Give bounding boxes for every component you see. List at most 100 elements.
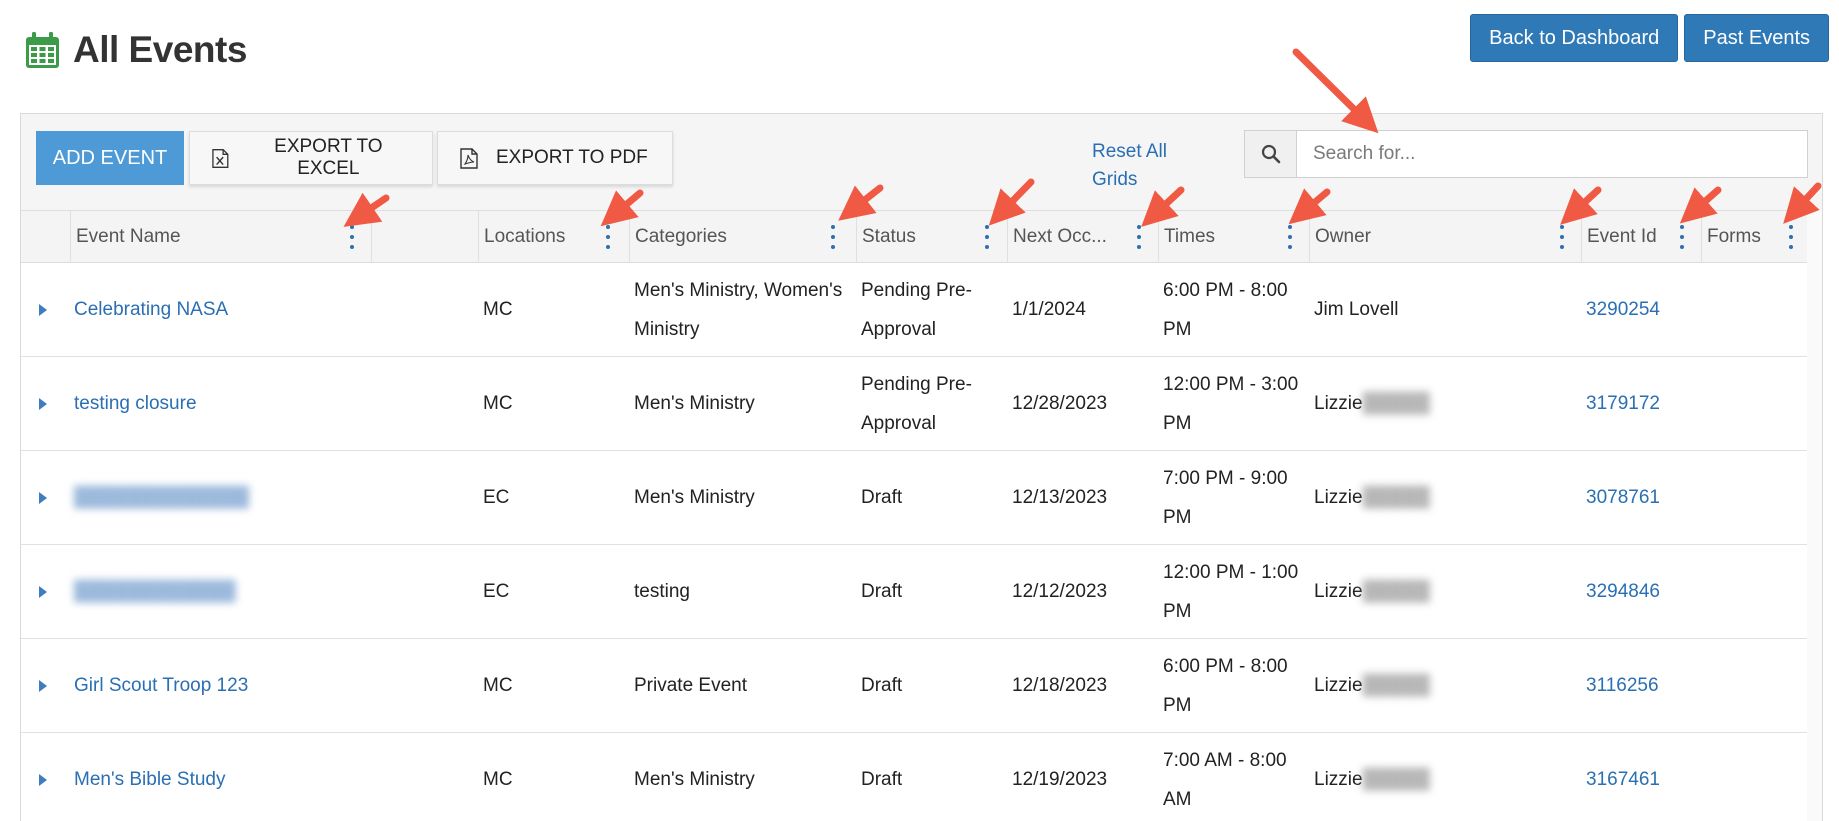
status-cell: Draft xyxy=(861,581,903,602)
expand-row-icon[interactable] xyxy=(39,733,47,821)
event-id-link[interactable]: 3290254 xyxy=(1586,263,1660,356)
owner-cell: Lizzie █████ xyxy=(1314,639,1430,732)
event-name-link[interactable]: testing closure xyxy=(74,357,364,450)
export-excel-button[interactable]: EXPORT TO EXCEL xyxy=(189,131,433,185)
times-cell: 7:00 PM - 9:00 PM xyxy=(1163,467,1288,528)
expander-column-header xyxy=(21,211,70,263)
expand-row-icon[interactable] xyxy=(39,263,47,356)
event-name-link[interactable]: Men's Bible Study xyxy=(74,733,364,821)
event-id-link[interactable]: 3167461 xyxy=(1586,733,1660,821)
categories-cell: Private Event xyxy=(634,675,747,696)
table-row[interactable]: testing closure MC Men's Ministry Pendin… xyxy=(21,357,1807,451)
search-arrow xyxy=(1292,48,1379,134)
next-occurrence-cell: 12/13/2023 xyxy=(1012,487,1108,508)
location-cell: EC xyxy=(483,487,510,508)
status-cell: Pending Pre-Approval xyxy=(861,279,972,340)
owner-cell: Lizzie █████ xyxy=(1314,451,1430,544)
expand-row-icon[interactable] xyxy=(39,357,47,450)
grid-header: Event Name Locations Categories Status N… xyxy=(21,210,1807,263)
event-id-link[interactable]: 3179172 xyxy=(1586,357,1660,450)
column-label: Next Occ... xyxy=(1013,226,1107,247)
events-grid: ADD EVENT EXPORT TO EXCEL EXPORT TO PDF … xyxy=(20,113,1823,821)
export-pdf-button[interactable]: EXPORT TO PDF xyxy=(437,131,673,185)
column-header-status[interactable]: Status xyxy=(856,211,1007,263)
search-button[interactable] xyxy=(1245,131,1297,177)
column-label: Event Id xyxy=(1587,226,1657,247)
add-event-button[interactable]: ADD EVENT xyxy=(36,131,184,185)
column-menu-icon[interactable] xyxy=(603,225,613,249)
column-menu-icon[interactable] xyxy=(1677,225,1687,249)
owner-first-name: Lizzie xyxy=(1314,393,1363,414)
column-label: Locations xyxy=(484,226,566,247)
times-cell: 6:00 PM - 8:00 PM xyxy=(1163,279,1288,340)
header-actions: Back to Dashboard Past Events xyxy=(1470,14,1829,62)
column-label: Forms xyxy=(1707,226,1761,247)
column-menu-icon[interactable] xyxy=(1134,225,1144,249)
column-menu-icon[interactable] xyxy=(1557,225,1567,249)
search-input[interactable] xyxy=(1297,131,1807,177)
column-header-spacer xyxy=(371,211,478,263)
column-menu-icon[interactable] xyxy=(1786,225,1796,249)
redacted-event-name[interactable]: ████████████ xyxy=(74,545,364,638)
status-cell: Pending Pre-Approval xyxy=(861,373,972,434)
past-events-button[interactable]: Past Events xyxy=(1684,14,1829,62)
event-id-link[interactable]: 3078761 xyxy=(1586,451,1660,544)
redacted-last-name: █████ xyxy=(1362,487,1430,508)
column-menu-icon[interactable] xyxy=(1285,225,1295,249)
excel-file-icon xyxy=(212,148,229,168)
table-row[interactable]: Men's Bible Study MC Men's Ministry Draf… xyxy=(21,733,1807,821)
next-occurrence-cell: 12/12/2023 xyxy=(1012,581,1108,602)
column-header-owner[interactable]: Owner xyxy=(1309,211,1581,263)
pdf-file-icon xyxy=(460,147,478,169)
redacted-event-name[interactable]: █████████████ xyxy=(74,451,364,544)
column-header-categories[interactable]: Categories xyxy=(629,211,856,263)
column-header-forms[interactable]: Forms xyxy=(1701,211,1807,263)
column-menu-icon[interactable] xyxy=(347,225,357,249)
column-header-times[interactable]: Times xyxy=(1158,211,1309,263)
redacted-last-name: █████ xyxy=(1362,581,1430,602)
location-cell: MC xyxy=(483,675,513,696)
times-cell: 12:00 PM - 1:00 PM xyxy=(1163,561,1299,622)
event-name-link[interactable]: Girl Scout Troop 123 xyxy=(74,639,364,732)
location-cell: EC xyxy=(483,581,510,602)
location-cell: MC xyxy=(483,299,513,320)
reset-all-grids-link[interactable]: Reset All Grids xyxy=(1092,138,1192,194)
column-header-locations[interactable]: Locations xyxy=(478,211,629,263)
page-title: All Events xyxy=(73,29,247,70)
next-occurrence-cell: 1/1/2024 xyxy=(1012,299,1086,320)
times-cell: 12:00 PM - 3:00 PM xyxy=(1163,373,1299,434)
owner-cell: Lizzie █████ xyxy=(1314,545,1430,638)
column-menu-icon[interactable] xyxy=(828,225,838,249)
table-row[interactable]: Celebrating NASA MC Men's Ministry, Wome… xyxy=(21,263,1807,357)
expand-row-icon[interactable] xyxy=(39,545,47,638)
owner-first-name: Lizzie xyxy=(1314,769,1363,790)
table-row[interactable]: ████████████ EC testing Draft 12/12/2023… xyxy=(21,545,1807,639)
categories-cell: Men's Ministry, Women's Ministry xyxy=(634,279,843,340)
page-header: All Events xyxy=(26,24,247,76)
owner-cell: Lizzie █████ xyxy=(1314,733,1430,821)
categories-cell: Men's Ministry xyxy=(634,769,755,790)
event-id-link[interactable]: 3294846 xyxy=(1586,545,1660,638)
column-label: Event Name xyxy=(76,226,181,247)
column-label: Status xyxy=(862,226,916,247)
column-label: Times xyxy=(1164,226,1216,247)
owner-first-name: Lizzie xyxy=(1314,675,1363,696)
event-id-link[interactable]: 3116256 xyxy=(1586,639,1659,732)
event-name-link[interactable]: Celebrating NASA xyxy=(74,263,364,356)
column-header-event-id[interactable]: Event Id xyxy=(1581,211,1701,263)
location-cell: MC xyxy=(483,393,513,414)
next-occurrence-cell: 12/18/2023 xyxy=(1012,675,1108,696)
expand-row-icon[interactable] xyxy=(39,639,47,732)
calendar-icon xyxy=(26,32,59,68)
back-to-dashboard-button[interactable]: Back to Dashboard xyxy=(1470,14,1679,62)
search-icon xyxy=(1261,144,1280,164)
column-header-event-name[interactable]: Event Name xyxy=(70,211,371,263)
categories-cell: Men's Ministry xyxy=(634,487,755,508)
expand-row-icon[interactable] xyxy=(39,451,47,544)
times-cell: 7:00 AM - 8:00 AM xyxy=(1163,749,1287,810)
categories-cell: testing xyxy=(634,581,690,602)
table-row[interactable]: Girl Scout Troop 123 MC Private Event Dr… xyxy=(21,639,1807,733)
column-menu-icon[interactable] xyxy=(982,225,992,249)
column-header-next-occurrence[interactable]: Next Occ... xyxy=(1007,211,1158,263)
table-row[interactable]: █████████████ EC Men's Ministry Draft 12… xyxy=(21,451,1807,545)
